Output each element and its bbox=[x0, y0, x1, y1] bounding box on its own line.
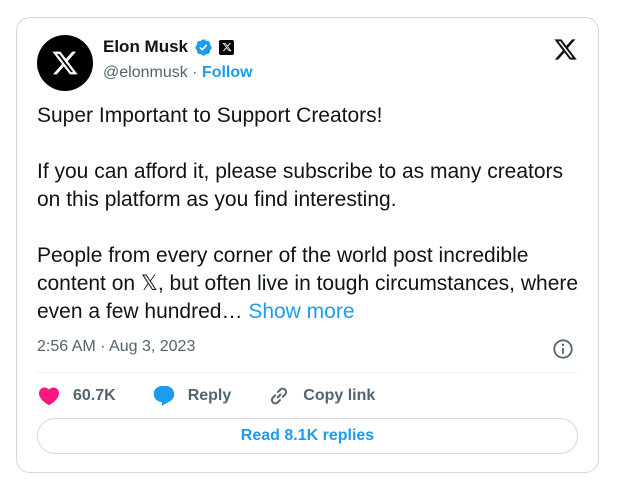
tweet-timestamp[interactable]: 2:56 AM · Aug 3, 2023 bbox=[37, 338, 195, 356]
heart-icon bbox=[38, 387, 60, 406]
show-more-link[interactable]: Show more bbox=[248, 300, 354, 323]
handle-separator: · bbox=[187, 64, 202, 81]
tweet-text: Super Important to Support Creators! If … bbox=[37, 102, 582, 326]
info-icon[interactable] bbox=[552, 338, 574, 360]
reply-button[interactable]: Reply bbox=[152, 384, 232, 408]
copy-link-button[interactable]: Copy link bbox=[267, 384, 375, 408]
tweet-card: Elon Musk @elonmusk · Follow Super Impor… bbox=[16, 17, 599, 473]
x-logo-icon[interactable] bbox=[553, 37, 578, 62]
link-icon bbox=[271, 387, 288, 405]
handle-row: @elonmusk · Follow bbox=[103, 64, 253, 82]
verified-badge-icon bbox=[194, 38, 213, 57]
divider bbox=[37, 372, 578, 373]
author-name-row: Elon Musk bbox=[103, 37, 235, 57]
like-count: 60.7K bbox=[73, 387, 116, 404]
affiliate-x-icon bbox=[219, 39, 235, 55]
author-name[interactable]: Elon Musk bbox=[103, 37, 188, 57]
reply-label: Reply bbox=[187, 387, 232, 404]
follow-button[interactable]: Follow bbox=[202, 64, 253, 81]
action-bar: 60.7K Reply Copy link bbox=[37, 384, 411, 408]
tweet-body: Super Important to Support Creators! If … bbox=[37, 104, 579, 323]
avatar[interactable] bbox=[37, 35, 93, 91]
read-replies-label: Read 8.1K replies bbox=[240, 427, 375, 444]
avatar-x-logo-icon bbox=[52, 51, 78, 75]
like-button[interactable]: 60.7K bbox=[37, 384, 116, 408]
copy-link-label: Copy link bbox=[303, 387, 376, 404]
read-replies-button[interactable]: Read 8.1K replies bbox=[37, 418, 578, 454]
author-handle[interactable]: @elonmusk bbox=[103, 64, 188, 81]
reply-bubble-icon bbox=[153, 386, 174, 406]
